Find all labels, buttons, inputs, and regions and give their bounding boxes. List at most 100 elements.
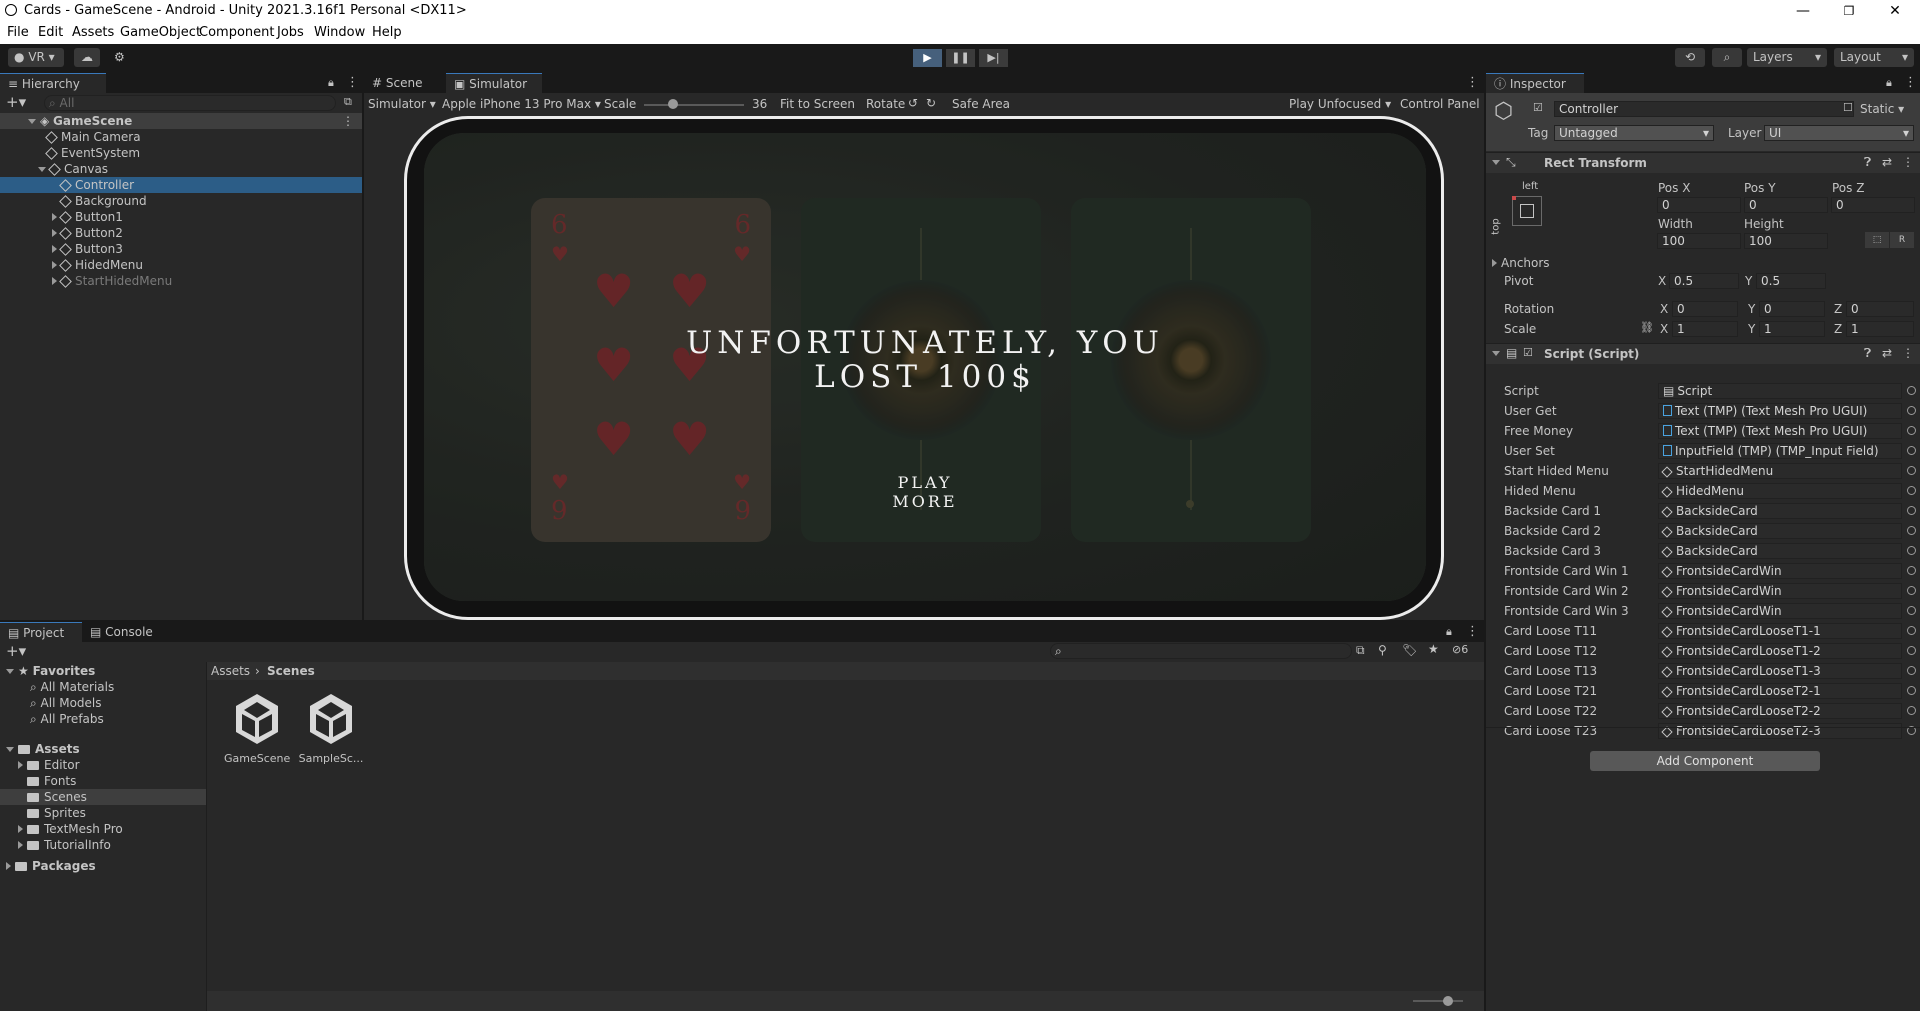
rotation-x-input[interactable]: 0 (1672, 301, 1738, 317)
expand-arrow-icon[interactable] (6, 669, 14, 674)
maximize-button[interactable]: ❐ (1826, 0, 1872, 22)
menu-component[interactable]: Component (199, 25, 274, 40)
add-button[interactable]: +▾ (6, 93, 26, 111)
component-enabled-checkbox[interactable]: ☑ (1523, 346, 1533, 359)
rotation-y-input[interactable]: 0 (1759, 301, 1825, 317)
project-search-input[interactable]: ⌕ (1050, 643, 1352, 659)
object-picker-icon[interactable] (1907, 386, 1916, 395)
menu-window[interactable]: Window (314, 25, 365, 40)
expand-arrow-icon[interactable] (1492, 351, 1500, 356)
hierarchy-item[interactable]: Canvas (0, 161, 362, 177)
play-button[interactable]: ▶ (913, 49, 942, 67)
expand-arrow-icon[interactable] (1492, 160, 1500, 165)
layers-dropdown[interactable]: Layers ▾ (1747, 48, 1827, 67)
height-input[interactable]: 100 (1744, 233, 1828, 249)
filter-type-icon[interactable]: ⧉ (1356, 643, 1365, 658)
collab-button[interactable]: ⚙ (108, 48, 130, 67)
breadcrumb-assets[interactable]: Assets (211, 664, 250, 678)
icon-size-slider-track[interactable] (1413, 1000, 1463, 1002)
object-picker-icon[interactable] (1907, 506, 1916, 515)
expand-arrow-icon[interactable] (52, 277, 57, 285)
hierarchy-item[interactable]: Button2 (0, 225, 362, 241)
favorites-item[interactable]: ⌕ All Models (30, 695, 102, 711)
asset-folder[interactable]: TutorialInfo (0, 837, 206, 853)
object-name-input[interactable]: Controller (1554, 101, 1854, 117)
width-input[interactable]: 100 (1657, 233, 1741, 249)
asset-folder[interactable]: Editor (0, 757, 206, 773)
expand-arrow-icon[interactable] (6, 862, 11, 870)
help-icon[interactable]: ❓︎ (1864, 346, 1871, 361)
control-panel-button[interactable]: Control Panel (1400, 97, 1480, 111)
help-icon[interactable]: ❓︎ (1864, 155, 1871, 170)
search-button[interactable]: ⌕ (1712, 48, 1742, 67)
menu-assets[interactable]: Assets (72, 25, 114, 40)
menu-jobs[interactable]: Jobs (277, 25, 304, 40)
object-picker-icon[interactable] (1907, 586, 1916, 595)
lock-icon[interactable]: 🔒︎ (1886, 76, 1892, 90)
asset-folder[interactable]: Fonts (0, 773, 206, 789)
object-reference-field[interactable]: FrontsideCardLooseT2-3 (1658, 723, 1902, 739)
tab-inspector[interactable]: ⓘ Inspector (1486, 73, 1584, 94)
play-more-button[interactable]: PLAY MORE (860, 473, 990, 511)
more-icon[interactable]: ⋮ (1902, 155, 1914, 169)
scene-row[interactable]: ◈ GameScene ⋮ (0, 113, 362, 129)
menu-edit[interactable]: Edit (38, 25, 63, 40)
close-button[interactable]: ✕ (1872, 0, 1918, 22)
object-picker-icon[interactable] (1907, 606, 1916, 615)
tab-project[interactable]: ▤ Project (0, 622, 82, 643)
object-reference-field[interactable]: FrontsideCardWin (1658, 583, 1902, 599)
static-checkbox[interactable]: ☐ (1843, 101, 1853, 114)
object-reference-field[interactable]: FrontsideCardWin (1658, 563, 1902, 579)
asset-folder[interactable]: Sprites (0, 805, 206, 821)
more-icon[interactable]: ⋮ (1902, 346, 1914, 360)
layout-dropdown[interactable]: Layout ▾ (1834, 48, 1914, 67)
hierarchy-search-input[interactable]: ⌕ All (44, 95, 336, 111)
device-dropdown[interactable]: Apple iPhone 13 Pro Max ▾ (442, 97, 601, 111)
object-reference-field[interactable]: BacksideCard (1658, 543, 1902, 559)
object-reference-field[interactable]: BacksideCard (1658, 503, 1902, 519)
pos-x-input[interactable]: 0 (1657, 197, 1741, 213)
more-icon[interactable]: ⋮ (1466, 624, 1479, 639)
script-component-header[interactable]: ▤ ☑ Script (Script) ❓︎ ⇄ ⋮ (1486, 343, 1920, 364)
expand-arrow-icon[interactable] (38, 167, 46, 172)
scale-slider-track[interactable] (644, 104, 744, 106)
file-gamescene[interactable]: GameScene (224, 692, 290, 765)
expand-arrow-icon[interactable] (52, 213, 57, 221)
pivot-y-input[interactable]: 0.5 (1756, 273, 1826, 289)
object-reference-field[interactable]: HidedMenu (1658, 483, 1902, 499)
active-checkbox[interactable]: ☑ (1533, 101, 1543, 114)
safe-area-toggle[interactable]: Safe Area (952, 97, 1010, 111)
favorites-item[interactable]: ⌕ All Prefabs (30, 711, 104, 727)
link-icon[interactable]: ⛓︎ (1640, 321, 1654, 334)
object-picker-icon[interactable] (1907, 526, 1916, 535)
step-button[interactable]: ▶| (979, 49, 1008, 67)
expand-arrow-icon[interactable] (18, 825, 23, 833)
scale-x-input[interactable]: 1 (1672, 321, 1738, 337)
fit-to-screen-button[interactable]: Fit to Screen (780, 97, 855, 111)
rect-transform-header[interactable]: ⤡ Rect Transform ❓︎ ⇄ ⋮ (1486, 152, 1920, 173)
pos-z-input[interactable]: 0 (1831, 197, 1915, 213)
object-reference-field[interactable]: FrontsideCardLooseT1-3 (1658, 663, 1902, 679)
object-picker-icon[interactable] (1907, 486, 1916, 495)
menu-file[interactable]: File (7, 25, 29, 40)
favorite-star-icon[interactable]: ★ (1428, 642, 1439, 656)
pos-y-input[interactable]: 0 (1744, 197, 1828, 213)
layer-dropdown[interactable]: UI ▾ (1764, 125, 1914, 141)
object-picker-icon[interactable] (1907, 466, 1916, 475)
expand-arrow-icon[interactable] (18, 841, 23, 849)
tab-simulator[interactable]: ▣ Simulator (446, 73, 542, 94)
object-picker-icon[interactable] (1907, 446, 1916, 455)
hierarchy-item[interactable]: StartHidedMenu (0, 273, 362, 289)
add-component-button[interactable]: Add Component (1590, 751, 1820, 771)
object-reference-field[interactable]: FrontsideCardLooseT2-1 (1658, 683, 1902, 699)
object-picker-icon[interactable] (1907, 646, 1916, 655)
assets-row[interactable]: Assets (6, 741, 80, 757)
pause-button[interactable]: ❚❚ (946, 49, 975, 67)
packages-row[interactable]: Packages (6, 858, 96, 874)
create-button[interactable]: +▾ (6, 642, 26, 660)
rotate-left-icon[interactable]: ↺ (908, 96, 918, 110)
rotate-right-icon[interactable]: ↻ (926, 96, 936, 110)
lock-icon[interactable]: 🔒︎ (328, 76, 334, 90)
play-mode-dropdown[interactable]: Play Unfocused ▾ (1289, 97, 1391, 111)
minimize-button[interactable]: — (1780, 0, 1826, 22)
